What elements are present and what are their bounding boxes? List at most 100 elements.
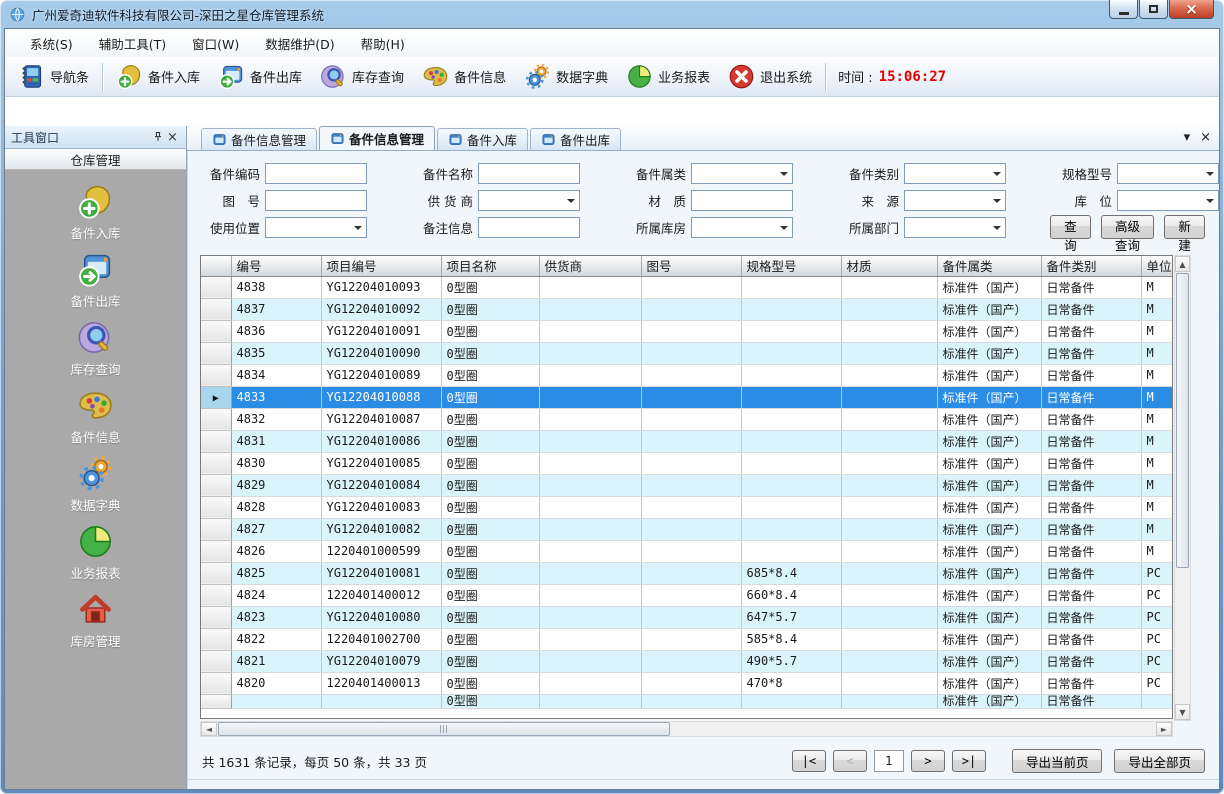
- vertical-scrollbar[interactable]: ▲ ▼: [1174, 255, 1191, 721]
- column-header[interactable]: 项目编号: [321, 256, 441, 276]
- row-selector[interactable]: [201, 452, 231, 474]
- column-header[interactable]: 编号: [231, 256, 321, 276]
- sidebar-item-stock-query[interactable]: 库存查询: [5, 319, 186, 381]
- table-row[interactable]: 482612204010005990型圈标准件（国产）日常备件M: [201, 540, 1173, 562]
- menu-item[interactable]: 数据维护(D): [252, 30, 347, 57]
- row-selector[interactable]: [201, 496, 231, 518]
- column-header[interactable]: 单位: [1141, 256, 1173, 276]
- new-button[interactable]: 新建: [1164, 215, 1205, 239]
- toolbar-biz-report-button[interactable]: 业务报表: [617, 60, 719, 94]
- search-combo-0-2[interactable]: [691, 163, 793, 184]
- next-page-button[interactable]: >: [911, 750, 945, 772]
- row-selector[interactable]: [201, 298, 231, 320]
- table-row[interactable]: 4823YG122040100800型圈647*5.7标准件（国产）日常备件PC: [201, 606, 1173, 628]
- table-row[interactable]: 4830YG122040100850型圈标准件（国产）日常备件M: [201, 452, 1173, 474]
- toolbar-data-dict-button[interactable]: 数据字典: [515, 60, 617, 94]
- row-selector[interactable]: [201, 364, 231, 386]
- table-row[interactable]: 4831YG122040100860型圈标准件（国产）日常备件M: [201, 430, 1173, 452]
- table-row[interactable]: 482012204014000130型圈470*8标准件（国产）日常备件PC: [201, 672, 1173, 694]
- first-page-button[interactable]: |<: [792, 750, 826, 772]
- column-header[interactable]: 材质: [841, 256, 937, 276]
- sidebar-item-biz-report[interactable]: 业务报表: [5, 523, 186, 585]
- toolbar-stock-query-button[interactable]: 库存查询: [311, 60, 413, 94]
- last-page-button[interactable]: >|: [952, 750, 986, 772]
- tab-备件出库[interactable]: 备件出库: [530, 128, 621, 150]
- row-selector[interactable]: [201, 320, 231, 342]
- row-selector[interactable]: [201, 562, 231, 584]
- export-current-page-button[interactable]: 导出当前页: [1012, 749, 1103, 773]
- prev-page-button[interactable]: <: [833, 750, 867, 772]
- horizontal-scrollbar[interactable]: ◄ ►: [200, 721, 1173, 737]
- sidebar-close-icon[interactable]: ×: [165, 130, 180, 145]
- column-header[interactable]: 规格型号: [741, 256, 841, 276]
- scroll-down-icon[interactable]: ▼: [1175, 704, 1190, 720]
- scroll-right-icon[interactable]: ►: [1156, 722, 1172, 736]
- pin-icon[interactable]: [150, 130, 165, 145]
- table-row[interactable]: 4828YG122040100830型圈标准件（国产）日常备件M: [201, 496, 1173, 518]
- tab-备件信息管理[interactable]: 备件信息管理: [201, 128, 317, 150]
- row-selector[interactable]: [201, 408, 231, 430]
- minimize-button[interactable]: [1109, 0, 1138, 19]
- search-input-1-2[interactable]: [691, 190, 793, 211]
- column-header[interactable]: 图号: [641, 256, 741, 276]
- search-combo-2-0[interactable]: [265, 217, 367, 238]
- table-row[interactable]: 0型圈标准件（国产）日常备件: [201, 694, 1173, 708]
- search-combo-0-3[interactable]: [904, 163, 1006, 184]
- row-selector[interactable]: [201, 342, 231, 364]
- toolbar-parts-out-button[interactable]: 备件出库: [209, 60, 311, 94]
- row-selector[interactable]: [201, 650, 231, 672]
- search-combo-2-2[interactable]: [691, 217, 793, 238]
- row-selector[interactable]: [201, 430, 231, 452]
- table-row[interactable]: 4838YG122040100930型圈标准件（国产）日常备件M: [201, 276, 1173, 298]
- menu-item[interactable]: 系统(S): [17, 30, 86, 57]
- scroll-up-icon[interactable]: ▲: [1175, 256, 1190, 272]
- query-button[interactable]: 查询: [1050, 215, 1091, 239]
- maximize-button[interactable]: [1139, 0, 1168, 19]
- sidebar-item-parts-info[interactable]: 备件信息: [5, 387, 186, 449]
- search-input-2-1[interactable]: [478, 217, 580, 238]
- toolbar-parts-in-button[interactable]: 备件入库: [107, 60, 209, 94]
- vertical-scroll-thumb[interactable]: [1176, 273, 1189, 568]
- table-row[interactable]: 4832YG122040100870型圈标准件（国产）日常备件M: [201, 408, 1173, 430]
- row-selector[interactable]: [201, 540, 231, 562]
- row-selector[interactable]: [201, 276, 231, 298]
- table-row[interactable]: 4821YG122040100790型圈490*5.7标准件（国产）日常备件PC: [201, 650, 1173, 672]
- row-selector[interactable]: [201, 672, 231, 694]
- search-input-1-0[interactable]: [265, 190, 367, 211]
- row-selector[interactable]: [201, 628, 231, 650]
- toolbar-parts-info-button[interactable]: 备件信息: [413, 60, 515, 94]
- search-combo-1-4[interactable]: [1117, 190, 1219, 211]
- tab-list-dropdown-icon[interactable]: ▾: [1184, 130, 1191, 145]
- tab-close-icon[interactable]: ×: [1200, 130, 1211, 145]
- toolbar-nav-book-button[interactable]: 导航条: [9, 60, 98, 94]
- row-selector[interactable]: [201, 518, 231, 540]
- column-header[interactable]: 备件类别: [1041, 256, 1141, 276]
- table-row[interactable]: 4834YG122040100890型圈标准件（国产）日常备件M: [201, 364, 1173, 386]
- menu-item[interactable]: 帮助(H): [348, 30, 418, 57]
- page-number-input[interactable]: 1: [874, 750, 904, 772]
- tab-备件入库[interactable]: 备件入库: [437, 128, 528, 150]
- table-row[interactable]: 4825YG122040100810型圈685*8.4标准件（国产）日常备件PC: [201, 562, 1173, 584]
- export-all-pages-button[interactable]: 导出全部页: [1114, 749, 1205, 773]
- scroll-left-icon[interactable]: ◄: [201, 722, 217, 736]
- search-combo-0-4[interactable]: [1117, 163, 1219, 184]
- column-header[interactable]: 备件属类: [937, 256, 1041, 276]
- search-combo-2-3[interactable]: [904, 217, 1006, 238]
- title-bar[interactable]: 广州爱奇迪软件科技有限公司-深田之星仓库管理系统 ×: [0, 0, 1224, 28]
- close-button[interactable]: ×: [1169, 0, 1214, 19]
- horizontal-scroll-thumb[interactable]: [218, 722, 670, 736]
- advanced-query-button[interactable]: 高级查询: [1101, 215, 1155, 239]
- table-row[interactable]: 4827YG122040100820型圈标准件（国产）日常备件M: [201, 518, 1173, 540]
- table-row[interactable]: 4829YG122040100840型圈标准件（国产）日常备件M: [201, 474, 1173, 496]
- column-header[interactable]: 供货商: [539, 256, 641, 276]
- search-combo-1-1[interactable]: [478, 190, 580, 211]
- table-row[interactable]: 4837YG122040100920型圈标准件（国产）日常备件M: [201, 298, 1173, 320]
- menu-item[interactable]: 窗口(W): [179, 30, 252, 57]
- menu-item[interactable]: 辅助工具(T): [86, 30, 179, 57]
- table-row[interactable]: 4835YG122040100900型圈标准件（国产）日常备件M: [201, 342, 1173, 364]
- table-row[interactable]: 482212204010027000型圈585*8.4标准件（国产）日常备件PC: [201, 628, 1173, 650]
- row-selector[interactable]: [201, 606, 231, 628]
- search-input-0-1[interactable]: [478, 163, 580, 184]
- table-row[interactable]: 482412204014000120型圈660*8.4标准件（国产）日常备件PC: [201, 584, 1173, 606]
- tab-备件信息管理-active[interactable]: 备件信息管理: [319, 126, 435, 150]
